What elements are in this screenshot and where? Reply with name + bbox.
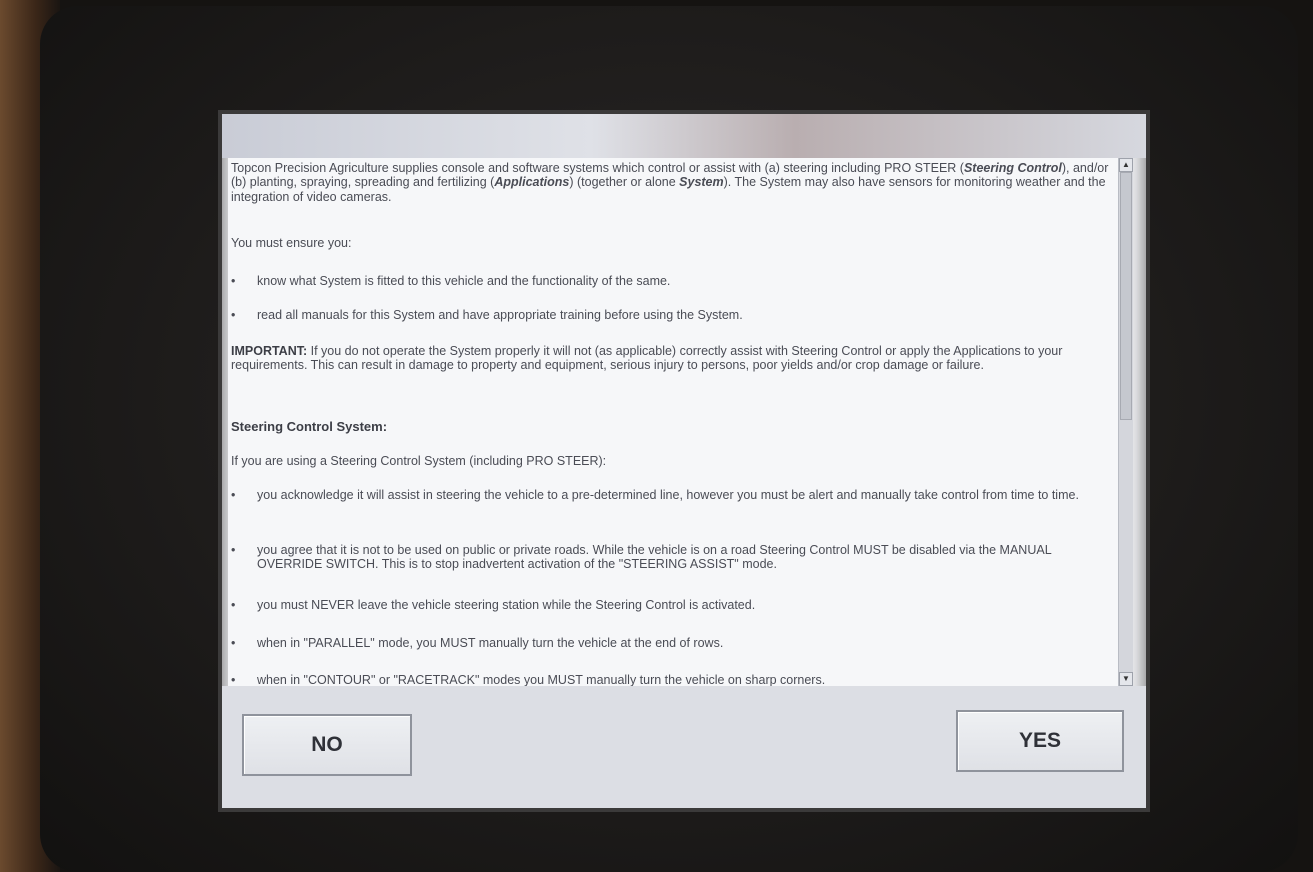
important-paragraph: IMPORTANT: If you do not operate the Sys… bbox=[231, 344, 1063, 373]
vertical-scrollbar[interactable]: ▲ ▼ bbox=[1118, 158, 1133, 686]
scrollbar-thumb[interactable] bbox=[1120, 172, 1132, 420]
intro-paragraph: Topcon Precision Agriculture supplies co… bbox=[231, 161, 1109, 204]
button-bar: NO YES bbox=[222, 686, 1146, 808]
no-button[interactable]: NO bbox=[242, 714, 412, 776]
display-screen: Topcon Precision Agriculture supplies co… bbox=[222, 114, 1146, 808]
screen-header-area bbox=[222, 114, 1146, 158]
yes-button[interactable]: YES bbox=[956, 710, 1124, 772]
scroll-down-button[interactable]: ▼ bbox=[1119, 672, 1133, 686]
steering-heading: Steering Control System: bbox=[231, 419, 388, 434]
ensure-paragraph: You must ensure you: bbox=[231, 236, 352, 250]
scroll-up-button[interactable]: ▲ bbox=[1119, 158, 1133, 172]
disclaimer-text-area[interactable]: Topcon Precision Agriculture supplies co… bbox=[228, 158, 1118, 686]
steering-intro-paragraph: If you are using a Steering Control Syst… bbox=[231, 454, 607, 468]
